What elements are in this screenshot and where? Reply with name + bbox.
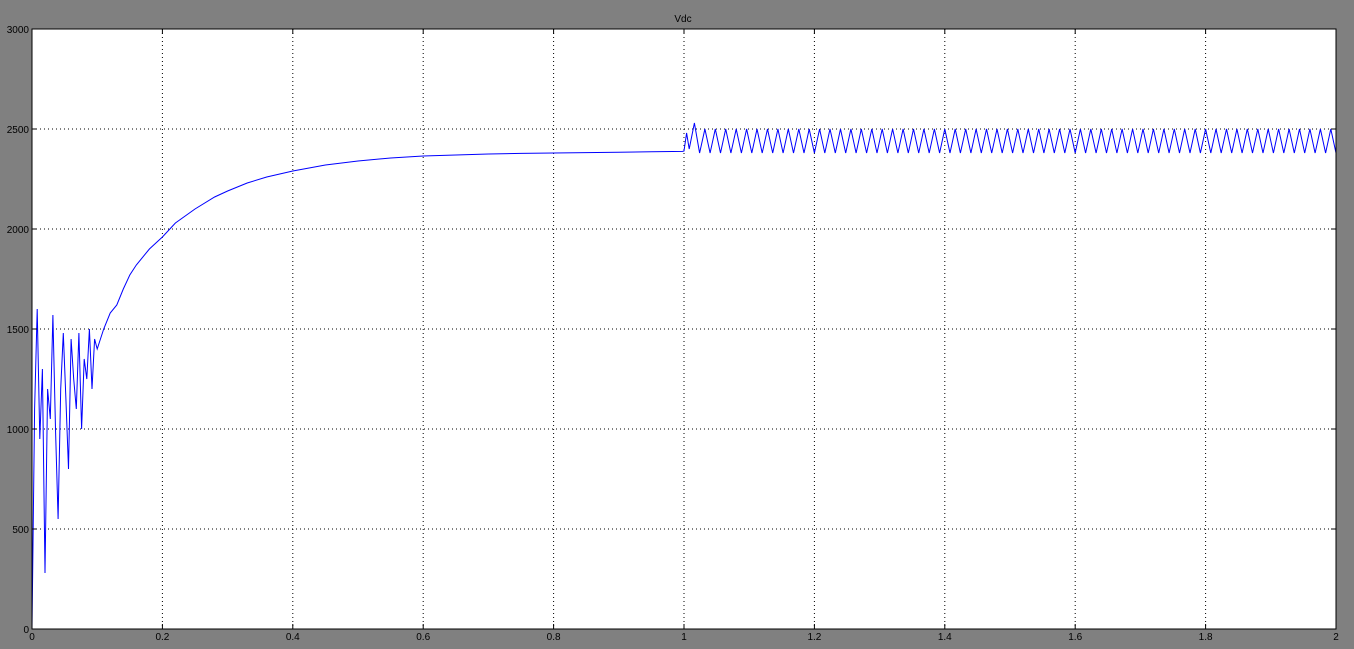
x-tick-labels: 0 0.2 0.4 0.6 0.8 1 1.2 1.4 1.6 1.8 2 <box>29 632 1339 643</box>
x-tick-label: 0.4 <box>286 632 300 643</box>
chart-title: Vdc <box>674 14 691 25</box>
x-tick-label: 1.6 <box>1068 632 1082 643</box>
y-tick-label: 1500 <box>7 325 30 336</box>
x-tick-label: 1.4 <box>938 632 952 643</box>
x-tick-label: 1.2 <box>807 632 821 643</box>
y-tick-labels: 0 500 1000 1500 2000 2500 3000 <box>7 25 30 636</box>
x-tick-label: 2 <box>1333 632 1339 643</box>
y-tick-label: 2500 <box>7 125 30 136</box>
y-tick-label: 2000 <box>7 225 30 236</box>
y-tick-label: 1000 <box>7 425 30 436</box>
x-tick-label: 0.2 <box>155 632 169 643</box>
x-tick-label: 1 <box>681 632 687 643</box>
y-tick-label: 0 <box>23 625 29 636</box>
x-tick-label: 0 <box>29 632 35 643</box>
vdc-chart: Vdc 0 0.2 0.4 0.6 0.8 1 1.2 1.4 1.6 1.8 2 0 500 1000… <box>7 14 1339 643</box>
x-tick-label: 1.8 <box>1199 632 1213 643</box>
y-tick-label: 3000 <box>7 25 30 36</box>
y-tick-label: 500 <box>12 525 29 536</box>
x-tick-label: 0.6 <box>416 632 430 643</box>
x-tick-label: 0.8 <box>547 632 561 643</box>
